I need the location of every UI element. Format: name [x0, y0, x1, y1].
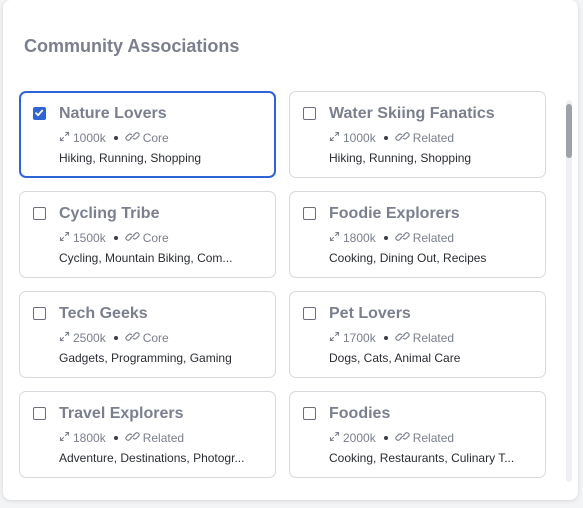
association-size: 1000k	[73, 131, 106, 145]
association-relation: Related	[412, 331, 455, 345]
association-size: 1700k	[343, 331, 376, 345]
association-checkbox[interactable]	[303, 207, 316, 220]
association-card[interactable]: Water Skiing Fanatics 1000k Related Hiking,…	[289, 91, 546, 178]
expand-arrows-icon	[329, 131, 340, 145]
association-tags: Dogs, Cats, Animal Care	[329, 351, 461, 365]
separator-dot	[113, 236, 118, 240]
association-relation: Related	[142, 431, 185, 445]
expand-arrows-icon	[329, 431, 340, 445]
link-icon	[395, 331, 410, 345]
association-card-grid: Nature Lovers 1000k Core Hiking, Running, S…	[19, 91, 548, 481]
association-tags: Gadgets, Programming, Gaming	[59, 351, 232, 365]
scrollbar-track[interactable]	[566, 100, 572, 482]
checkmark-icon	[34, 108, 45, 118]
association-card[interactable]: Cycling Tribe 1500k Core Cycling, Mountain …	[19, 191, 276, 278]
community-associations-panel: Community Associations Nature Lovers 1000…	[3, 0, 578, 500]
association-tags: Cooking, Dining Out, Recipes	[329, 251, 487, 265]
association-tags: Cycling, Mountain Biking, Com...	[59, 251, 233, 265]
association-name: Tech Geeks	[59, 305, 148, 322]
separator-dot	[113, 136, 118, 140]
association-meta: 1000k Core	[59, 131, 169, 145]
association-name: Cycling Tribe	[59, 205, 160, 222]
separator-dot	[383, 336, 388, 340]
association-checkbox[interactable]	[33, 107, 46, 120]
expand-arrows-icon	[59, 131, 70, 145]
association-size: 2500k	[73, 331, 106, 345]
expand-arrows-icon	[59, 431, 70, 445]
association-size: 2000k	[343, 431, 376, 445]
association-size: 1800k	[73, 431, 106, 445]
link-icon	[395, 431, 410, 445]
link-icon	[125, 131, 140, 145]
expand-arrows-icon	[329, 231, 340, 245]
association-meta: 1700k Related	[329, 331, 454, 345]
association-checkbox[interactable]	[303, 407, 316, 420]
association-meta: 1000k Related	[329, 131, 454, 145]
association-meta: 2500k Core	[59, 331, 169, 345]
association-relation: Related	[412, 431, 455, 445]
separator-dot	[383, 236, 388, 240]
association-checkbox[interactable]	[33, 207, 46, 220]
separator-dot	[383, 136, 388, 140]
association-relation: Related	[412, 231, 455, 245]
scrollbar-thumb[interactable]	[566, 104, 572, 158]
association-checkbox[interactable]	[303, 307, 316, 320]
association-name: Pet Lovers	[329, 305, 411, 322]
association-relation: Related	[412, 131, 455, 145]
association-name: Foodie Explorers	[329, 205, 460, 222]
separator-dot	[113, 436, 118, 440]
association-name: Travel Explorers	[59, 405, 184, 422]
association-meta: 2000k Related	[329, 431, 454, 445]
association-size: 1000k	[343, 131, 376, 145]
association-checkbox[interactable]	[33, 407, 46, 420]
panel-title: Community Associations	[24, 36, 240, 56]
association-name: Water Skiing Fanatics	[329, 105, 495, 122]
separator-dot	[113, 336, 118, 340]
association-tags: Hiking, Running, Shopping	[329, 151, 472, 165]
link-icon	[395, 231, 410, 245]
association-card[interactable]: Travel Explorers 1800k Related Adventure, D…	[19, 391, 276, 478]
association-size: 1500k	[73, 231, 106, 245]
link-icon	[125, 431, 140, 445]
association-meta: 1500k Core	[59, 231, 169, 245]
association-relation: Core	[142, 131, 169, 145]
association-tags: Adventure, Destinations, Photogr...	[59, 451, 245, 465]
association-relation: Core	[142, 331, 169, 345]
expand-arrows-icon	[59, 331, 70, 345]
association-relation: Core	[142, 231, 169, 245]
association-size: 1800k	[343, 231, 376, 245]
association-card[interactable]: Pet Lovers 1700k Related Dogs, Cats, Animal…	[289, 291, 546, 378]
association-name: Nature Lovers	[59, 105, 167, 122]
association-meta: 1800k Related	[329, 231, 454, 245]
expand-arrows-icon	[59, 231, 70, 245]
association-name: Foodies	[329, 405, 391, 422]
link-icon	[125, 331, 140, 345]
association-checkbox[interactable]	[303, 107, 316, 120]
association-card[interactable]: Tech Geeks 2500k Core Gadgets, Programming,…	[19, 291, 276, 378]
association-tags: Cooking, Restaurants, Culinary T...	[329, 451, 515, 465]
association-meta: 1800k Related	[59, 431, 184, 445]
link-icon	[395, 131, 410, 145]
link-icon	[125, 231, 140, 245]
association-card[interactable]: Foodies 2000k Related Cooking, Restaurants,…	[289, 391, 546, 478]
expand-arrows-icon	[329, 331, 340, 345]
association-tags: Hiking, Running, Shopping	[59, 151, 202, 165]
association-checkbox[interactable]	[33, 307, 46, 320]
association-card[interactable]: Nature Lovers 1000k Core Hiking, Running, S…	[19, 91, 276, 178]
separator-dot	[383, 436, 388, 440]
association-card[interactable]: Foodie Explorers 1800k Related Cooking, Din…	[289, 191, 546, 278]
